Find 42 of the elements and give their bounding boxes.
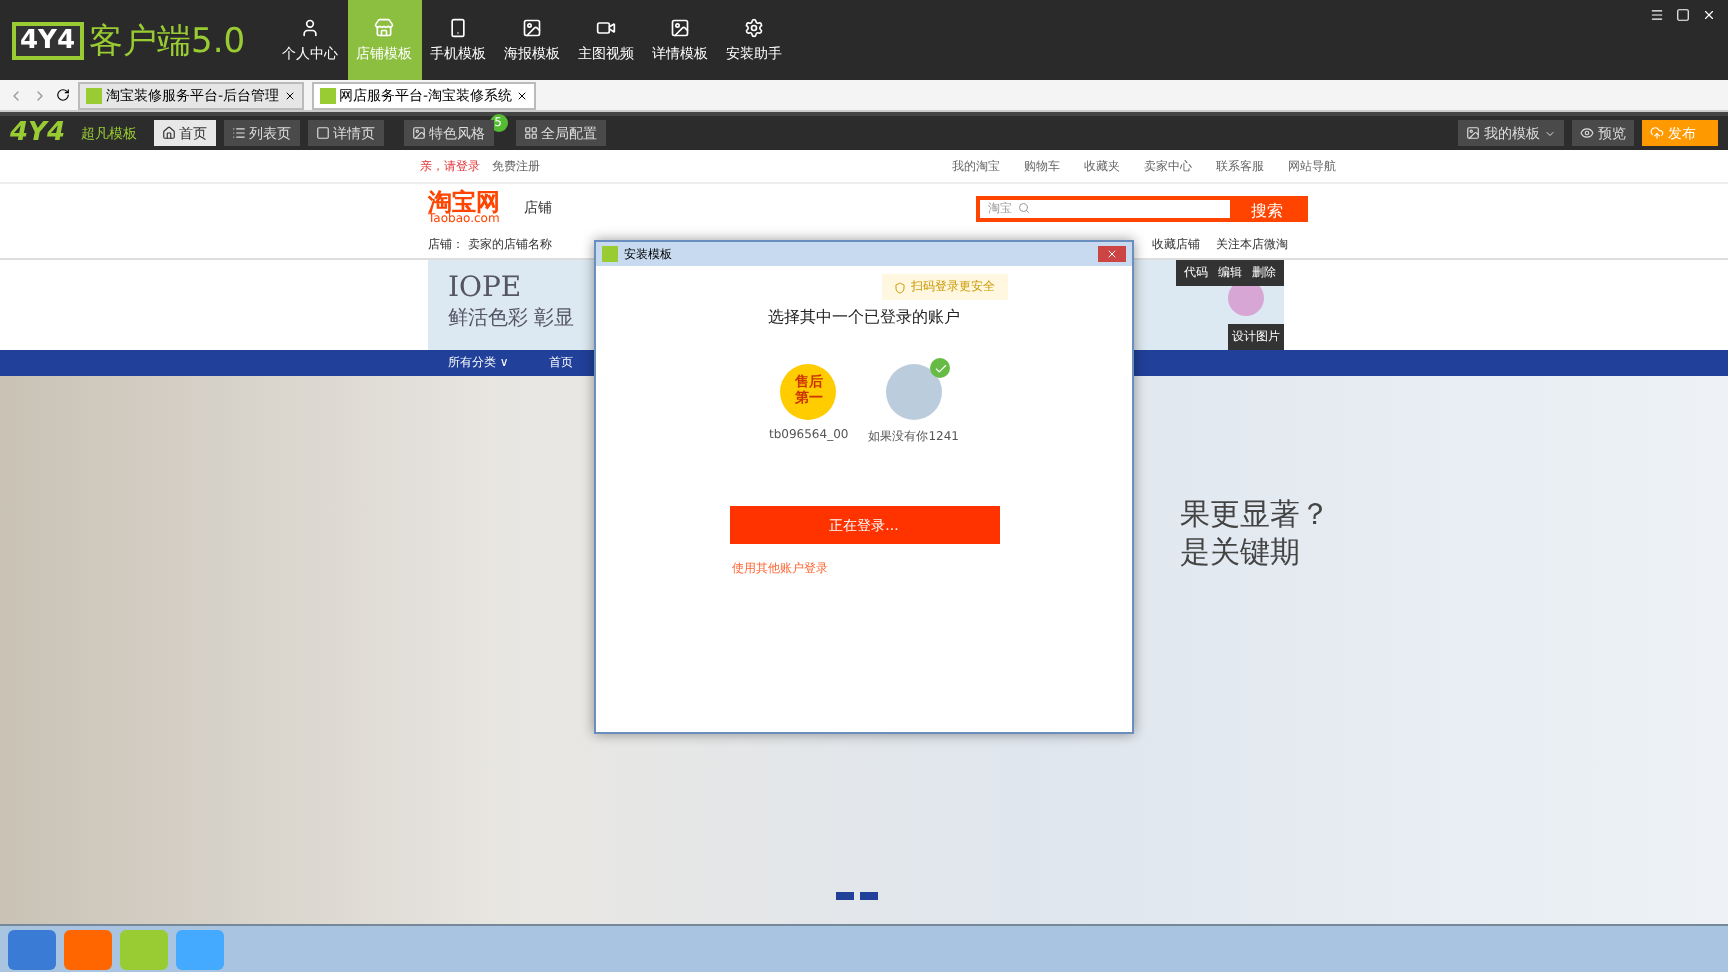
cloud-upload-icon — [1650, 126, 1664, 140]
close-icon — [1106, 248, 1118, 260]
shield-icon — [893, 281, 905, 293]
close-icon[interactable] — [516, 89, 529, 101]
app-icon[interactable] — [64, 929, 112, 969]
grid-icon — [523, 126, 538, 140]
shop-icon — [374, 17, 395, 37]
start-button[interactable] — [8, 929, 56, 969]
home-icon — [161, 126, 176, 140]
avatar — [885, 364, 942, 420]
hero-text: 果更显著？ — [1180, 496, 1330, 534]
image-icon — [1466, 126, 1480, 140]
banner-subtitle: 鲜活色彩 彰显 — [448, 305, 575, 332]
image-icon — [411, 126, 426, 140]
app-title: 客户端5.0 — [89, 19, 246, 63]
check-icon — [930, 358, 951, 378]
toolbar-logo: 4Y4 — [10, 118, 66, 148]
user-icon — [300, 17, 321, 37]
gear-icon — [744, 17, 765, 37]
maximize-icon[interactable] — [1676, 8, 1690, 22]
image-icon — [670, 17, 691, 37]
square-icon — [315, 126, 330, 140]
app-icon — [602, 246, 618, 262]
search-icon — [1018, 202, 1030, 214]
list-icon — [231, 126, 246, 140]
refresh-icon[interactable] — [56, 88, 70, 102]
back-icon[interactable] — [8, 87, 24, 103]
dialog-heading: 选择其中一个已登录的账户 — [768, 306, 960, 328]
banner-title: IOPE — [448, 272, 522, 304]
hero-text: 是关键期 — [1180, 534, 1302, 572]
forward-icon[interactable] — [32, 87, 48, 103]
eye-icon — [1580, 126, 1594, 140]
caret-icon — [1544, 127, 1556, 139]
phone-icon — [448, 17, 469, 37]
app-logo: 4Y4 — [12, 21, 84, 59]
app-icon[interactable] — [176, 929, 224, 969]
close-button[interactable] — [1098, 246, 1126, 262]
favicon-icon — [319, 87, 336, 103]
video-icon — [596, 17, 617, 37]
image-icon — [522, 17, 543, 37]
favicon-icon — [86, 87, 102, 103]
close-icon[interactable] — [283, 89, 296, 101]
